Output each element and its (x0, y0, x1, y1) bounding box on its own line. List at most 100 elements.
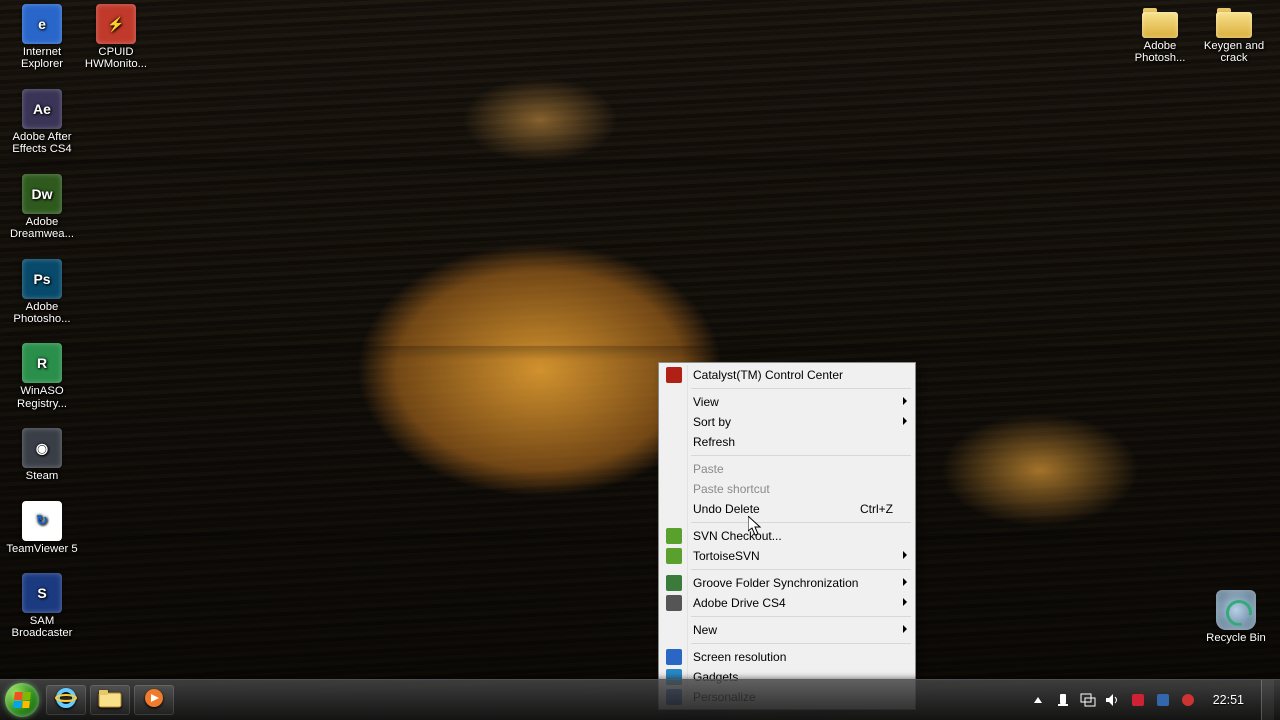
screenres-icon (666, 649, 682, 665)
taskbar: 22:51 (0, 679, 1280, 720)
context-menu-label: New (693, 623, 717, 637)
icon-label: Keygen and crack (1198, 40, 1270, 65)
tray-app-icon-3[interactable] (1180, 692, 1196, 708)
tray-app-icon-2[interactable] (1155, 692, 1171, 708)
dw-icon: Dw (22, 174, 62, 214)
context-menu-item-sortby[interactable]: Sort by (661, 412, 913, 432)
start-button[interactable] (2, 680, 42, 720)
context-menu-item-screenres[interactable]: Screen resolution (661, 647, 913, 667)
icon-label: WinASO Registry... (6, 385, 78, 410)
context-menu-item-view[interactable]: View (661, 392, 913, 412)
context-menu-label: View (693, 395, 719, 409)
desktop-icon-ps[interactable]: PsAdobe Photosho... (6, 259, 78, 326)
context-menu-label: SVN Checkout... (693, 529, 782, 543)
context-menu-item-tortoisesvn[interactable]: TortoiseSVN (661, 546, 913, 566)
icon-label: Adobe After Effects CS4 (6, 131, 78, 156)
context-menu-label: Refresh (693, 435, 735, 449)
desktop-icon-steam[interactable]: ◉ Steam (6, 428, 78, 482)
context-menu-separator (691, 455, 911, 456)
context-menu-label: Adobe Drive CS4 (693, 596, 786, 610)
ie-icon: e (22, 4, 62, 44)
system-tray: 22:51 (1030, 680, 1280, 720)
svncheckout-icon (666, 528, 682, 544)
context-menu-item-groove[interactable]: Groove Folder Synchronization (661, 573, 913, 593)
context-menu-item-paste: Paste (661, 459, 913, 479)
desktop-icon-keygen-folder[interactable]: Keygen and crack (1198, 4, 1270, 65)
teamviewer-icon: ↻ (22, 501, 62, 541)
context-menu-item-pasteshortcut: Paste shortcut (661, 479, 913, 499)
submenu-arrow-icon (903, 417, 907, 425)
context-menu-item-svncheckout[interactable]: SVN Checkout... (661, 526, 913, 546)
desktop-icon-teamviewer[interactable]: ↻ TeamViewer 5 (6, 501, 78, 555)
context-menu-item-adobedrive[interactable]: Adobe Drive CS4 (661, 593, 913, 613)
context-menu-separator (691, 522, 911, 523)
desktop-icon-ie[interactable]: eInternet Explorer (6, 4, 78, 71)
folder-icon (1140, 4, 1180, 38)
icon-label: Steam (6, 470, 78, 482)
taskbar-pinned-ie[interactable] (46, 685, 86, 715)
context-menu-label: Catalyst(TM) Control Center (693, 368, 843, 382)
context-menu-label: Paste shortcut (693, 482, 770, 496)
ae-icon: Ae (22, 89, 62, 129)
steam-icon: ◉ (22, 428, 62, 468)
tray-volume-icon[interactable] (1105, 692, 1121, 708)
icon-label: TeamViewer 5 (6, 543, 78, 555)
submenu-arrow-icon (903, 598, 907, 606)
context-menu-separator (691, 616, 911, 617)
tray-app-icon-1[interactable] (1130, 692, 1146, 708)
context-menu-separator (691, 643, 911, 644)
icon-label: CPUID HWMonito... (80, 46, 152, 71)
groove-icon (666, 575, 682, 591)
taskbar-pinned-wmp[interactable] (134, 685, 174, 715)
context-menu-label: Screen resolution (693, 650, 786, 664)
context-menu-label: Undo Delete (693, 502, 760, 516)
desktop-wallpaper[interactable] (0, 0, 1280, 720)
folder-icon (1214, 4, 1254, 38)
tray-action-center-icon[interactable] (1055, 692, 1071, 708)
tray-network-icon[interactable] (1080, 692, 1096, 708)
context-menu-label: TortoiseSVN (693, 549, 760, 563)
desktop-icons-right: Adobe Photosh...Keygen and crack (1200, 4, 1274, 83)
sam-icon: S (22, 573, 62, 613)
context-menu-item-ccc[interactable]: Catalyst(TM) Control Center (661, 365, 913, 385)
desktop-icons-left: eInternet Explorer⚡CPUID HWMonito...AeAd… (6, 4, 80, 658)
tortoisesvn-icon (666, 548, 682, 564)
desktop-context-menu[interactable]: Catalyst(TM) Control Center View Sort by Re… (658, 362, 916, 710)
icon-label: Internet Explorer (6, 46, 78, 71)
context-menu-item-refresh[interactable]: Refresh (661, 432, 913, 452)
ccc-icon (666, 367, 682, 383)
context-menu-shortcut: Ctrl+Z (860, 499, 893, 519)
internet-explorer-icon (55, 687, 77, 714)
windows-logo-icon (13, 692, 31, 708)
file-explorer-icon (98, 688, 122, 713)
recycle-bin[interactable]: Recycle Bin (1200, 590, 1272, 644)
tray-show-hidden-icon[interactable] (1030, 692, 1046, 708)
icon-label: Adobe Photosh... (1124, 40, 1196, 65)
winaso-icon: R (22, 343, 62, 383)
submenu-arrow-icon (903, 578, 907, 586)
recycle-bin-label: Recycle Bin (1200, 632, 1272, 644)
ps-icon: Ps (22, 259, 62, 299)
desktop-icon-winaso[interactable]: RWinASO Registry... (6, 343, 78, 410)
recycle-bin-icon (1216, 590, 1256, 630)
context-menu-label: Sort by (693, 415, 731, 429)
desktop-icon-cpuid[interactable]: ⚡CPUID HWMonito... (80, 4, 152, 71)
desktop-icon-adobeps-folder[interactable]: Adobe Photosh... (1124, 4, 1196, 65)
submenu-arrow-icon (903, 551, 907, 559)
cpuid-icon: ⚡ (96, 4, 136, 44)
context-menu-item-undodelete[interactable]: Undo Delete Ctrl+Z (661, 499, 913, 519)
context-menu-label: Groove Folder Synchronization (693, 576, 858, 590)
taskbar-pinned-explorer[interactable] (90, 685, 130, 715)
adobedrive-icon (666, 595, 682, 611)
icon-label: Adobe Dreamwea... (6, 216, 78, 241)
desktop-icon-sam[interactable]: SSAM Broadcaster (6, 573, 78, 640)
context-menu-separator (691, 569, 911, 570)
desktop-icon-ae[interactable]: AeAdobe After Effects CS4 (6, 89, 78, 156)
context-menu-label: Paste (693, 462, 724, 476)
show-desktop-button[interactable] (1261, 680, 1274, 720)
desktop-icon-dw[interactable]: DwAdobe Dreamwea... (6, 174, 78, 241)
taskbar-clock[interactable]: 22:51 (1205, 693, 1252, 707)
submenu-arrow-icon (903, 397, 907, 405)
icon-label: Adobe Photosho... (6, 301, 78, 326)
context-menu-item-new[interactable]: New (661, 620, 913, 640)
